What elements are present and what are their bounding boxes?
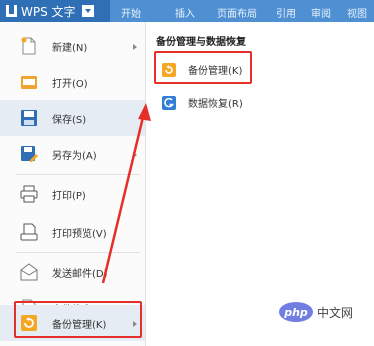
annotation-arrow-icon: [101, 103, 151, 284]
php-logo: php: [279, 302, 313, 322]
watermark-text: 中文网: [317, 306, 354, 320]
